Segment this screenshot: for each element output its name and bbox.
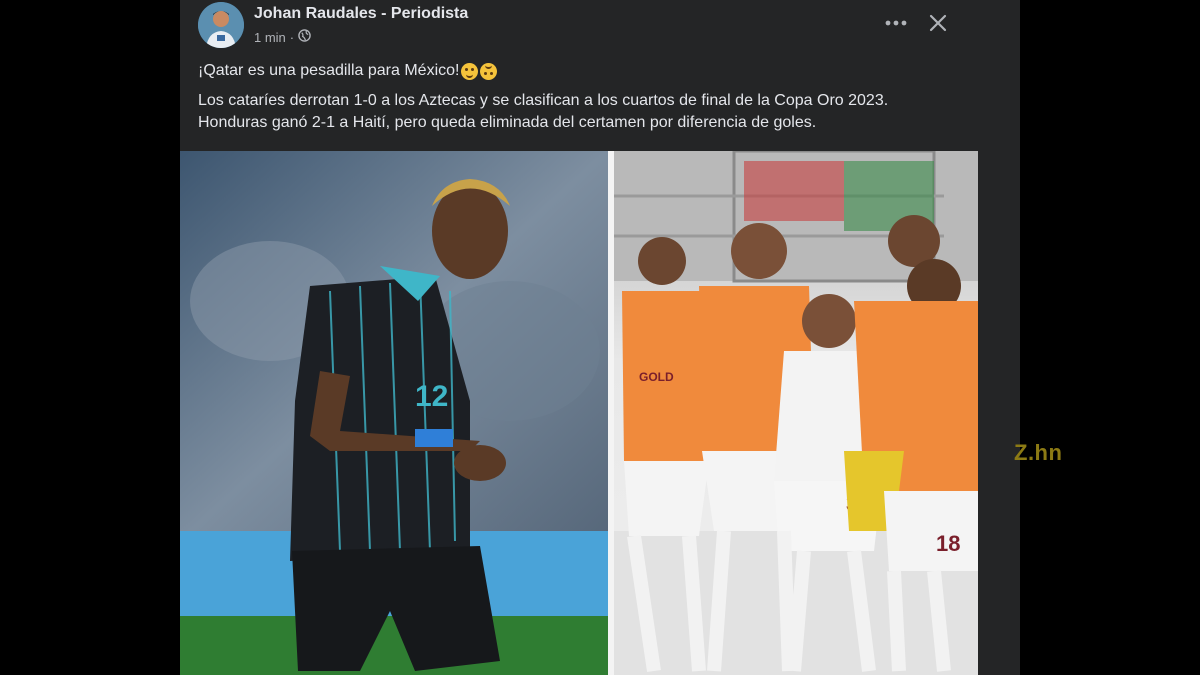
crying-face-emoji bbox=[461, 62, 479, 80]
honduras-player-photo[interactable]: 12 bbox=[180, 151, 608, 675]
facebook-post: Johan Raudales - Periodista 1 min · ¡Qat… bbox=[180, 0, 978, 675]
headline-text: ¡Qatar es una pesadilla para México! bbox=[198, 62, 460, 79]
bib-label: GOLD bbox=[639, 370, 674, 384]
left-jersey-number: 12 bbox=[415, 380, 448, 413]
post-media[interactable]: 12 GOLD 18 bbox=[180, 151, 978, 675]
post-time[interactable]: 1 min bbox=[254, 30, 286, 45]
side-panel bbox=[978, 0, 1020, 675]
ellipsis-icon bbox=[885, 20, 907, 26]
post-meta: 1 min · bbox=[254, 29, 311, 45]
body-line-2: Honduras ganó 2-1 a Haití, pero queda el… bbox=[198, 114, 817, 131]
right-player-number-2: 18 bbox=[936, 531, 960, 556]
avatar[interactable] bbox=[198, 2, 244, 48]
post-headline: ¡Qatar es una pesadilla para México! bbox=[198, 60, 968, 82]
meta-separator: · bbox=[289, 29, 295, 45]
post-header: Johan Raudales - Periodista 1 min · bbox=[180, 0, 978, 52]
author-name[interactable]: Johan Raudales - Periodista bbox=[254, 5, 468, 23]
post-text: ¡Qatar es una pesadilla para México! Los… bbox=[198, 60, 968, 134]
close-icon bbox=[929, 14, 947, 32]
body-line-1: Los cataríes derrotan 1-0 a los Aztecas … bbox=[198, 92, 889, 109]
close-button[interactable] bbox=[922, 7, 954, 39]
post-body: Los cataríes derrotan 1-0 a los Aztecas … bbox=[198, 90, 968, 134]
qatar-celebration-photo[interactable]: GOLD 3 18 bbox=[614, 151, 978, 675]
site-watermark: Z.hn bbox=[1014, 440, 1063, 465]
globe-icon[interactable] bbox=[298, 29, 311, 45]
more-options-button[interactable] bbox=[880, 8, 912, 38]
upside-down-face-emoji bbox=[480, 62, 498, 80]
